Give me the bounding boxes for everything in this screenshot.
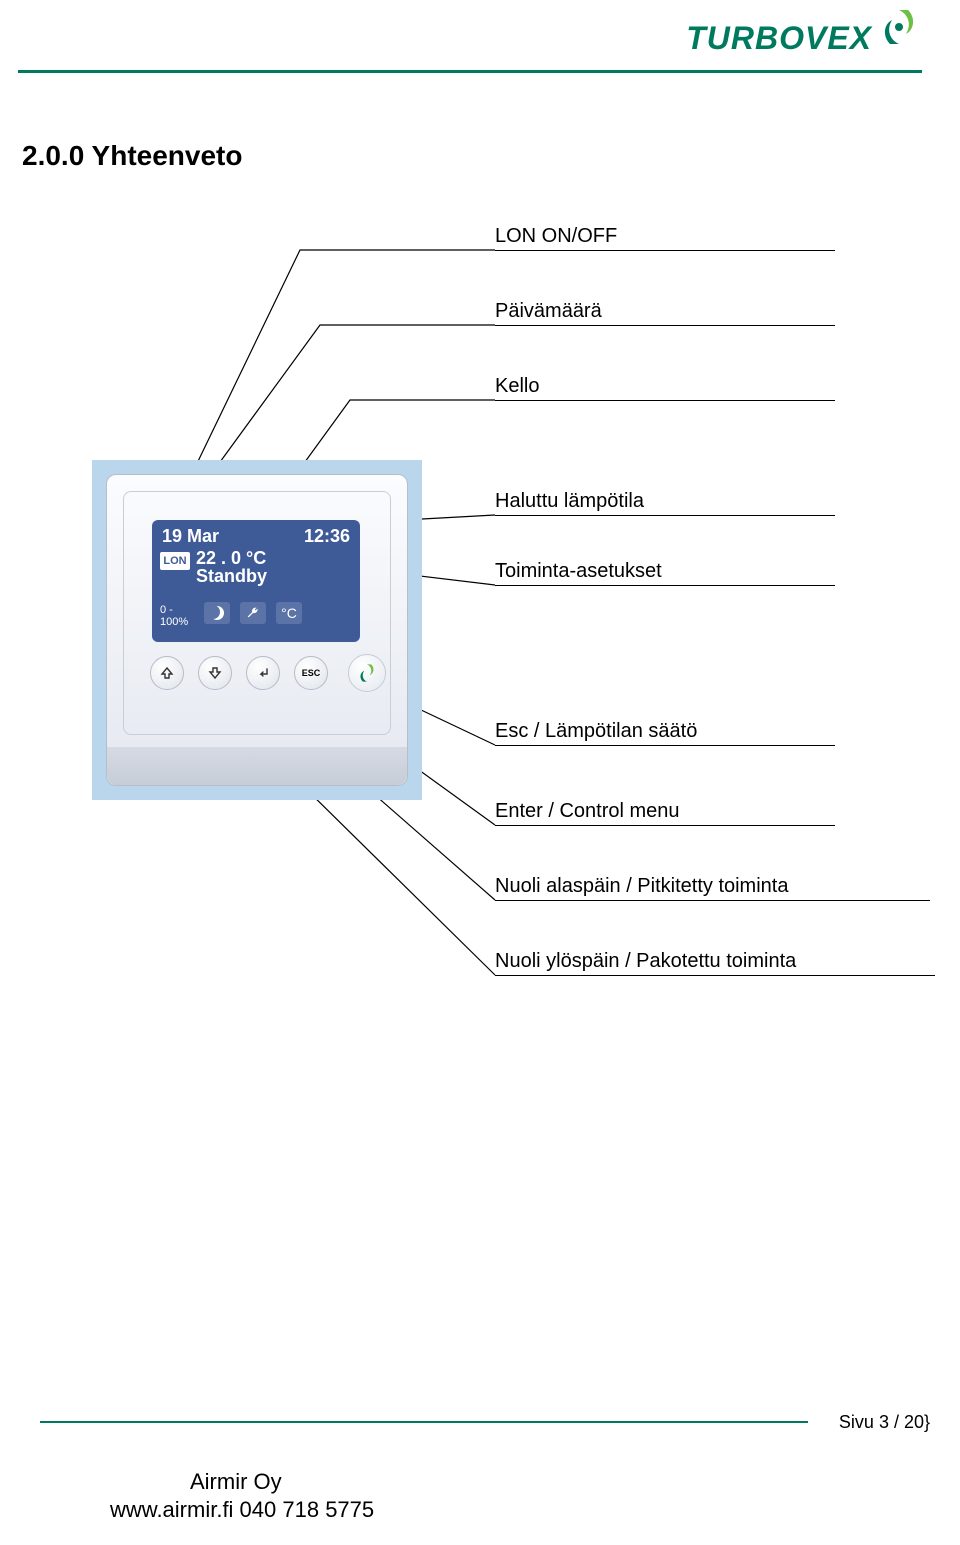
footer-url: www.airmir.fi 040 718 5775 — [110, 1497, 374, 1523]
brand: TURBOVEX — [686, 20, 920, 57]
underline — [495, 900, 930, 901]
degree-label: °C — [281, 605, 297, 621]
brand-text: TURBOVEX — [686, 20, 872, 57]
screen-time: 12:36 — [304, 526, 350, 547]
section-title: 2.0.0 Yhteenveto — [22, 140, 242, 172]
callout-up: Nuoli ylöspäin / Pakotettu toiminta — [495, 950, 796, 973]
degree-icon: °C — [276, 602, 302, 624]
screen-date: 19 Mar — [162, 526, 219, 547]
underline — [495, 975, 935, 976]
underline — [495, 515, 835, 516]
screen-range: 0 - 100% — [160, 604, 188, 628]
swirl-icon — [348, 654, 386, 692]
screen-range-line2: 100% — [160, 616, 188, 628]
underline — [495, 400, 835, 401]
callout-date: Päivämäärä — [495, 300, 602, 323]
callout-esc: Esc / Lämpötilan säätö — [495, 720, 697, 743]
device-screen: 19 Mar 12:36 LON 22 . 0 °C Standby 0 - 1… — [152, 520, 360, 642]
hard-buttons: ESC — [150, 654, 386, 692]
underline — [495, 325, 835, 326]
callout-down: Nuoli alaspäin / Pitkitetty toiminta — [495, 875, 788, 898]
screen-mode: Standby — [196, 566, 267, 587]
callout-settings: Toiminta-asetukset — [495, 560, 662, 583]
callout-clock: Kello — [495, 375, 539, 398]
device-base — [107, 747, 407, 785]
arrow-up-button[interactable] — [150, 656, 184, 690]
wrench-icon — [240, 602, 266, 624]
callout-lon: LON ON/OFF — [495, 225, 617, 248]
moon-icon — [204, 602, 230, 624]
lon-badge: LON — [160, 552, 190, 570]
device-body: 19 Mar 12:36 LON 22 . 0 °C Standby 0 - 1… — [106, 474, 408, 786]
brand-logo-icon — [878, 6, 920, 53]
device-panel: 19 Mar 12:36 LON 22 . 0 °C Standby 0 - 1… — [92, 460, 422, 800]
screen-icons: °C — [204, 602, 302, 624]
callout-enter: Enter / Control menu — [495, 800, 680, 823]
underline — [495, 585, 835, 586]
footer-rule — [40, 1421, 808, 1423]
screen-range-line1: 0 - — [160, 604, 188, 616]
device-faceplate: 19 Mar 12:36 LON 22 . 0 °C Standby 0 - 1… — [123, 491, 391, 735]
underline — [495, 825, 835, 826]
enter-button[interactable] — [246, 656, 280, 690]
callout-temp: Haluttu lämpötila — [495, 490, 644, 513]
underline — [495, 745, 835, 746]
footer-company: Airmir Oy — [190, 1469, 282, 1495]
arrow-down-button[interactable] — [198, 656, 232, 690]
page-number: Sivu 3 / 20} — [839, 1412, 930, 1433]
underline — [495, 250, 835, 251]
header-rule — [18, 70, 922, 73]
esc-button[interactable]: ESC — [294, 656, 328, 690]
